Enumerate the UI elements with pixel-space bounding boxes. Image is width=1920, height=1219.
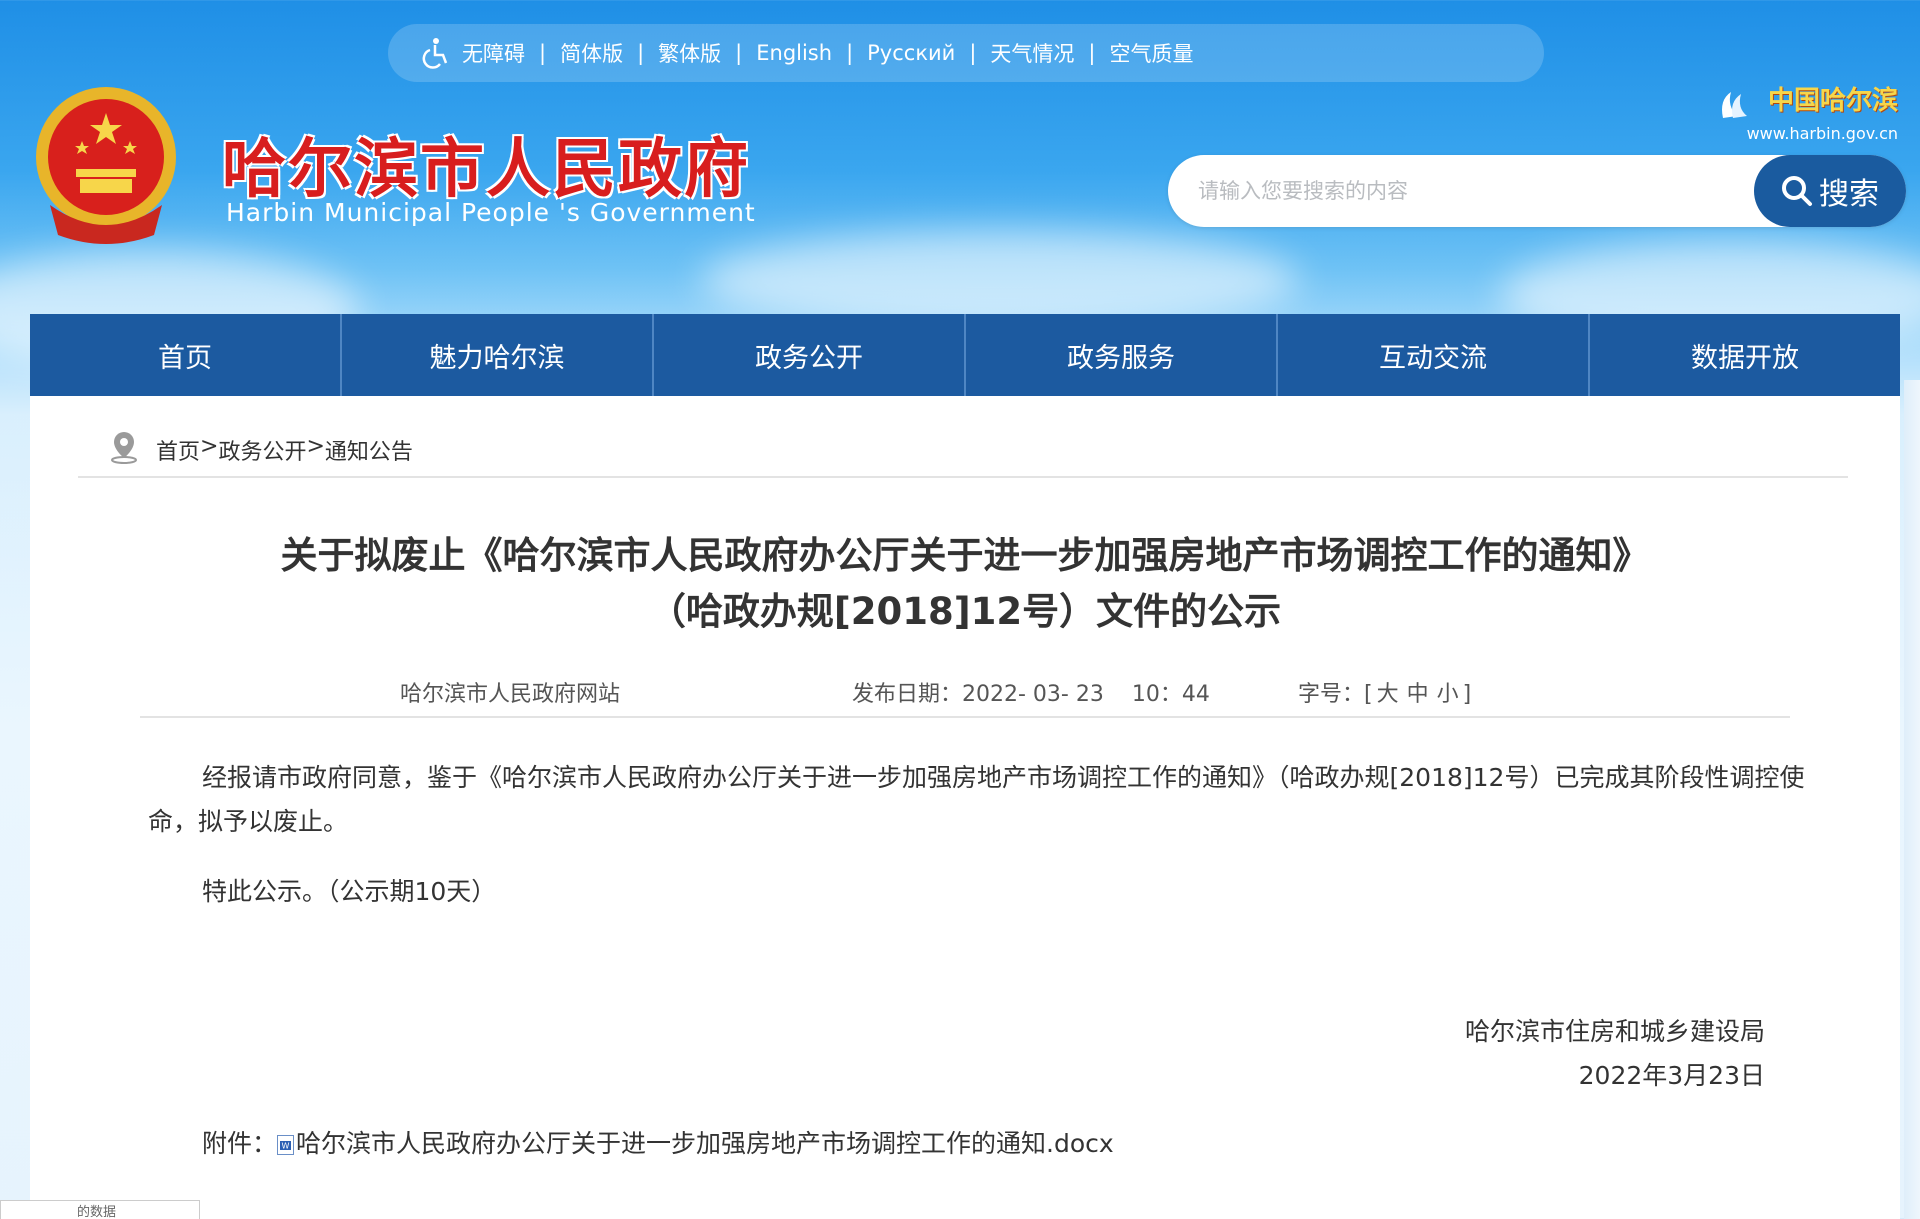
brand-block[interactable]: 中国哈尔滨 www.harbin.gov.cn	[1717, 80, 1898, 143]
breadcrumb-notices[interactable]: 通知公告	[325, 434, 413, 466]
separator: |	[1088, 41, 1096, 65]
bottom-tab[interactable]: 的数据	[0, 1200, 200, 1219]
separator: |	[637, 41, 645, 65]
search-input[interactable]	[1196, 178, 1754, 204]
breadcrumb-separator: >	[306, 434, 325, 459]
main-nav: 首页 魅力哈尔滨 政务公开 政务服务 互动交流 数据开放	[30, 314, 1900, 396]
font-size-controls: 字号：[大中小]	[1298, 676, 1471, 708]
search-button-label: 搜索	[1819, 177, 1879, 212]
article-source: 哈尔滨市人民政府网站	[400, 682, 621, 707]
font-size-medium-link[interactable]: 中	[1407, 682, 1429, 707]
nav-item-government-services[interactable]: 政务服务	[966, 314, 1278, 396]
topbar-english-link[interactable]: English	[756, 41, 832, 65]
site-title-en: Harbin Municipal People 's Government	[226, 198, 756, 227]
font-size-large-link[interactable]: 大	[1377, 682, 1399, 707]
breadcrumb-separator: >	[200, 434, 219, 459]
nav-item-home[interactable]: 首页	[30, 314, 342, 396]
topbar-simplified-link[interactable]: 简体版	[560, 38, 623, 68]
nav-item-charm-harbin[interactable]: 魅力哈尔滨	[342, 314, 654, 396]
location-pin-icon	[111, 432, 137, 464]
breadcrumb: 首页 > 政务公开 > 通知公告	[78, 432, 1848, 478]
content-panel: 首页 > 政务公开 > 通知公告 关于拟废止《哈尔滨市人民政府办公厅关于进一步加…	[30, 396, 1900, 1219]
word-document-icon: W	[277, 1135, 295, 1155]
signature-date: 2022年3月23日	[1578, 1061, 1765, 1090]
article-body: 经报请市政府同意，鉴于《哈尔滨市人民政府办公厅关于进一步加强房地产市场调控工作的…	[148, 756, 1808, 914]
attachment-link[interactable]: 哈尔滨市人民政府办公厅关于进一步加强房地产市场调控工作的通知.docx	[296, 1129, 1114, 1158]
topbar-accessibility-link[interactable]: 无障碍	[462, 38, 525, 68]
topbar-russian-link[interactable]: Русский	[867, 41, 955, 65]
accessibility-icon[interactable]	[418, 36, 452, 70]
brand-url: www.harbin.gov.cn	[1746, 123, 1898, 143]
attachment-label: 附件：	[202, 1129, 278, 1158]
separator: |	[539, 41, 547, 65]
separator: |	[846, 41, 854, 65]
breadcrumb-government-affairs[interactable]: 政务公开	[218, 434, 306, 466]
harbin-brand-logo-icon	[1721, 91, 1747, 118]
article-title-line1: 关于拟废止《哈尔滨市人民政府办公厅关于进一步加强房地产市场调控工作的通知》	[280, 534, 1650, 577]
article-signature: 哈尔滨市住房和城乡建设局 2022年3月23日	[1465, 1010, 1765, 1098]
separator: |	[969, 41, 977, 65]
publish-date-value: 2022- 03- 23 10：44	[962, 682, 1210, 707]
national-emblem-icon	[36, 87, 176, 244]
separator: |	[735, 41, 743, 65]
signature-org: 哈尔滨市住房和城乡建设局	[1464, 1017, 1765, 1046]
article-title: 关于拟废止《哈尔滨市人民政府办公厅关于进一步加强房地产市场调控工作的通知》 （哈…	[30, 528, 1900, 640]
publish-date-label: 发布日期：	[852, 682, 963, 707]
article-title-line2: （哈政办规[2018]12号）文件的公示	[648, 590, 1282, 633]
nav-item-interaction[interactable]: 互动交流	[1278, 314, 1590, 396]
scrollbar[interactable]	[1904, 380, 1920, 1219]
breadcrumb-home[interactable]: 首页	[156, 434, 200, 466]
font-size-small-link[interactable]: 小	[1437, 682, 1459, 707]
search-bar: 搜索	[1168, 155, 1906, 227]
article-paragraph: 特此公示。（公示期10天）	[202, 877, 497, 906]
article-meta: 哈尔滨市人民政府网站 发布日期：2022- 03- 23 10：44 字号：[大…	[140, 676, 1790, 718]
topbar-traditional-link[interactable]: 繁体版	[658, 38, 721, 68]
nav-item-government-affairs[interactable]: 政务公开	[654, 314, 966, 396]
topbar-air-quality-link[interactable]: 空气质量	[1109, 38, 1193, 68]
search-icon	[1782, 176, 1812, 206]
top-utility-bar: 无障碍 | 简体版 | 繁体版 | English | Русский | 天气…	[388, 24, 1544, 82]
brand-name: 中国哈尔滨	[1767, 86, 1898, 116]
topbar-weather-link[interactable]: 天气情况	[990, 38, 1074, 68]
publish-date: 发布日期：2022- 03- 23 10：44	[852, 676, 1210, 708]
search-button[interactable]: 搜索	[1754, 155, 1906, 227]
svg-text:W: W	[282, 1142, 290, 1151]
site-title-cn: 哈尔滨市人民政府	[222, 133, 750, 207]
attachment: 附件： W 哈尔滨市人民政府办公厅关于进一步加强房地产市场调控工作的通知.doc…	[202, 1124, 1114, 1160]
article-paragraph: 经报请市政府同意，鉴于《哈尔滨市人民政府办公厅关于进一步加强房地产市场调控工作的…	[148, 763, 1805, 836]
font-size-close: ]	[1462, 682, 1472, 707]
nav-item-open-data[interactable]: 数据开放	[1590, 314, 1900, 396]
font-size-label: 字号：[	[1298, 682, 1373, 707]
